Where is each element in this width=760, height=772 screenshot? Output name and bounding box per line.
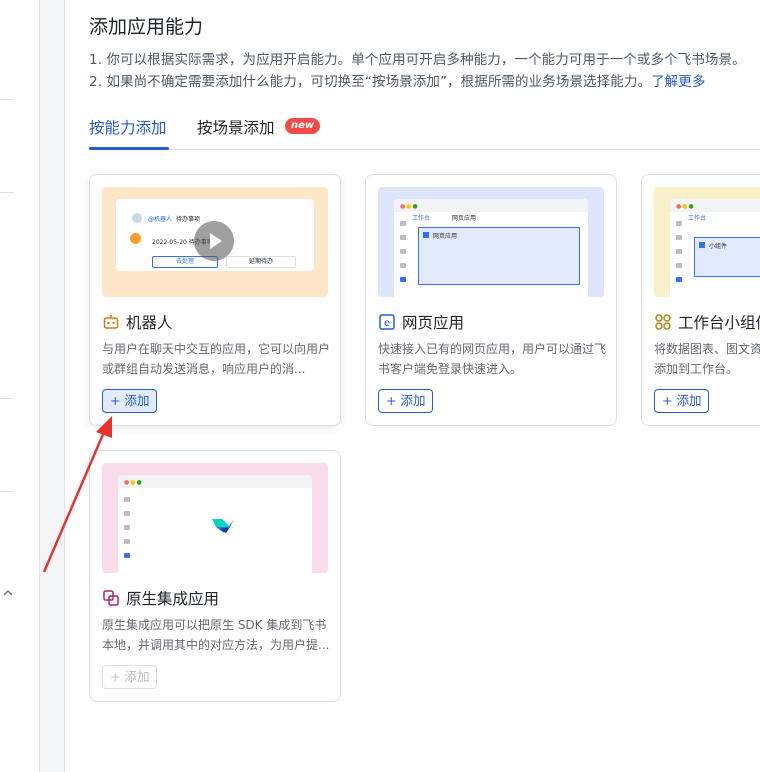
window-sidebar <box>676 221 682 291</box>
widget-icon <box>654 313 672 331</box>
capability-card-web-app[interactable]: ●●● 工作台 网页应用 网页应用 e 网页应用 快速接入已有的网页应用，用户可… <box>365 174 617 426</box>
sidebar-divider <box>0 192 14 193</box>
add-label: 添加 <box>124 669 150 684</box>
web-app-icon: e <box>378 313 396 331</box>
play-video-icon[interactable] <box>194 221 234 261</box>
add-widget-button[interactable]: + 添加 <box>654 389 710 413</box>
active-tab-indicator <box>89 147 169 150</box>
web-tab: 网页应用 <box>452 215 477 222</box>
widget-frame: 小组件 <box>694 237 760 277</box>
add-label: 添加 <box>400 393 426 408</box>
workspace-tab: 工作台 <box>688 215 707 222</box>
sidebar-gutter <box>40 0 65 772</box>
plus-icon: + <box>386 393 401 408</box>
add-robot-button[interactable]: + 添加 <box>102 389 158 413</box>
svg-text:e: e <box>384 318 390 329</box>
card-title: e 网页应用 <box>378 311 464 333</box>
robot-preview-image: @机器人 待办事项 2022-05-20 待办事项 去处理 延期待办 <box>102 187 328 297</box>
card-title-text: 原生集成应用 <box>126 590 220 608</box>
native-app-icon <box>102 589 120 607</box>
sidebar-divider <box>0 398 14 399</box>
learn-more-link[interactable]: 了解更多 <box>651 74 705 90</box>
card-title: 机器人 <box>102 311 173 333</box>
window-dots: ●●● <box>124 479 143 486</box>
description-line-1: 1. 你可以根据实际需求，为应用开启能力。单个应用可开启多种能力，一个能力可用于… <box>89 52 746 68</box>
window-sidebar <box>400 221 406 291</box>
bot-avatar <box>130 233 141 244</box>
app-window: ●●● <box>118 475 312 573</box>
widget-preview-image: ●●● 工作台 小组件 <box>654 187 760 297</box>
capability-card-native-app[interactable]: ●●● 原生集成应用 原生集成应用可以把原生 SDK 集成到飞书本地，并调用其中… <box>89 450 341 702</box>
frame-label: 网页应用 <box>433 233 458 240</box>
page-title: 添加应用能力 <box>89 16 204 38</box>
card-title-text: 工作台小组件 <box>678 314 760 332</box>
sidebar-divider <box>0 491 14 492</box>
card-description: 与用户在聊天中交互的应用，它可以向用户或群组自动发送消息，响应用户的消... <box>102 342 331 376</box>
left-sidebar <box>0 0 40 772</box>
plus-icon: + <box>110 393 125 408</box>
chevron-up-icon[interactable] <box>3 587 13 600</box>
description-line-2: 2. 如果尚不确定需要添加什么能力，可切换至“按场景添加”，根据所需的业务场景选… <box>89 70 705 90</box>
capability-card-robot[interactable]: @机器人 待办事项 2022-05-20 待办事项 去处理 延期待办 机器人 与… <box>89 174 341 426</box>
card-title: 原生集成应用 <box>102 587 219 609</box>
add-native-app-button[interactable]: + 添加 <box>102 665 158 689</box>
tab-by-capability[interactable]: 按能力添加 <box>89 116 167 138</box>
frame-icon <box>423 232 429 238</box>
window-dots: ●●● <box>400 203 419 210</box>
add-label: 添加 <box>676 393 702 408</box>
window-sidebar <box>124 497 130 567</box>
capability-card-widget[interactable]: ●●● 工作台 小组件 工作台小组件 将数据图表、图文资讯等内容以小组件形式添加… <box>641 174 760 426</box>
card-description: 将数据图表、图文资讯等内容以小组件形式添加到工作台。 <box>654 342 760 376</box>
window-titlebar <box>394 199 588 212</box>
main-content: 添加应用能力 1. 你可以根据实际需求，为应用开启能力。单个应用可开启多种能力，… <box>65 0 760 772</box>
description-line-2-text: 2. 如果尚不确定需要添加什么能力，可切换至“按场景添加”，根据所需的业务场景选… <box>89 74 652 90</box>
window-dots: ●●● <box>676 203 695 210</box>
card-description: 快速接入已有的网页应用，用户可以通过飞书客户端免登录快速进入。 <box>378 342 607 376</box>
postpone-button: 延期待办 <box>226 256 296 268</box>
plus-icon: + <box>110 669 125 684</box>
native-app-preview-image: ●●● <box>102 463 328 573</box>
card-title-text: 网页应用 <box>402 314 465 332</box>
card-title: 工作台小组件 <box>654 311 760 333</box>
tab-bar: 按能力添加 按场景添加 new <box>89 114 760 150</box>
sidebar-divider <box>0 99 14 100</box>
web-app-preview-image: ●●● 工作台 网页应用 网页应用 <box>378 187 604 297</box>
new-badge: new <box>285 118 321 134</box>
avatar <box>132 213 142 223</box>
window-titlebar <box>118 475 312 488</box>
add-label: 添加 <box>124 393 150 408</box>
bot-mention: @机器人 <box>148 216 173 223</box>
card-title-text: 机器人 <box>126 314 173 332</box>
todo-label: 待办事项 <box>176 216 201 223</box>
robot-icon <box>102 313 120 331</box>
feishu-logo-icon <box>210 513 236 539</box>
add-web-app-button[interactable]: + 添加 <box>378 389 434 413</box>
app-window: ●●● 工作台 小组件 <box>670 199 760 297</box>
tab-by-scenario[interactable]: 按场景添加 <box>197 116 275 138</box>
workspace-tab: 工作台 <box>412 215 431 222</box>
plus-icon: + <box>662 393 677 408</box>
frame-icon <box>699 242 705 248</box>
frame-label: 小组件 <box>709 243 728 250</box>
card-description: 原生集成应用可以把原生 SDK 集成到飞书本地，并调用其中的对应方法，为用户提.… <box>102 618 330 652</box>
web-app-frame: 网页应用 <box>418 227 580 285</box>
app-window: ●●● 工作台 网页应用 网页应用 <box>394 199 588 297</box>
